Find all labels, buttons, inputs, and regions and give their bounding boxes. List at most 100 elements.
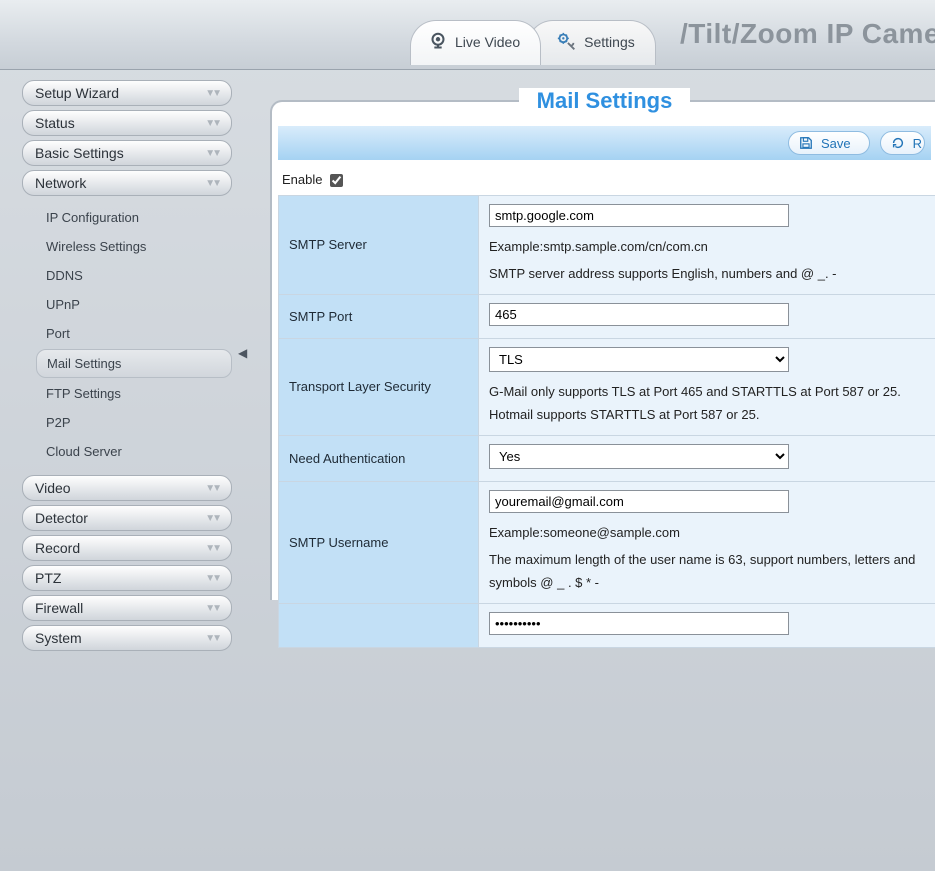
password-label [279,603,479,647]
sidebar-item-cloud-server[interactable]: Cloud Server [36,438,232,465]
enable-checkbox[interactable] [330,174,343,187]
auth-label: Need Authentication [279,435,479,481]
sidebar-item-label: Wireless Settings [46,239,146,254]
active-item-pointer-icon: ◀ [238,346,247,360]
tab-settings-label: Settings [584,34,635,50]
save-button-label: Save [821,136,851,151]
camera-icon [427,31,449,53]
tls-hint: G-Mail only supports TLS at Port 465 and… [489,380,932,427]
main-panel: Mail Settings Save R Enable SMTP Server [270,100,935,600]
smtp-server-label: SMTP Server [279,196,479,295]
top-header: Live Video Settings /Tilt/Zoom IP Came [0,0,935,70]
sidebar-item-upnp[interactable]: UPnP [36,291,232,318]
sidebar-section-ptz[interactable]: PTZ ▼▼ [22,565,232,591]
sidebar-section-label: Record [35,540,80,556]
chevron-down-icon: ▼▼ [205,178,219,189]
row-tls: Transport Layer Security TLS G-Mail only… [279,338,935,435]
refresh-button-label: R [913,136,922,151]
tls-cell: TLS G-Mail only supports TLS at Port 465… [479,338,935,435]
sidebar-section-label: Basic Settings [35,145,124,161]
smtp-server-hint1: Example:smtp.sample.com/cn/com.cn [489,235,932,258]
action-bar: Save R [278,126,931,160]
password-input[interactable] [489,612,789,635]
password-cell [479,603,935,647]
network-subitems: IP Configuration Wireless Settings DDNS … [22,200,232,475]
username-label: SMTP Username [279,481,479,603]
sidebar-section-status[interactable]: Status ▼▼ [22,110,232,136]
enable-label: Enable [282,172,322,187]
smtp-port-input[interactable] [489,303,789,326]
sidebar-section-video[interactable]: Video ▼▼ [22,475,232,501]
sidebar-section-system[interactable]: System ▼▼ [22,625,232,651]
tls-label: Transport Layer Security [279,338,479,435]
panel-title-wrap: Mail Settings [272,88,935,114]
smtp-server-hint2: SMTP server address supports English, nu… [489,262,932,285]
tab-settings[interactable]: Settings [527,20,656,65]
sidebar-section-setup-wizard[interactable]: Setup Wizard ▼▼ [22,80,232,106]
sidebar-section-label: PTZ [35,570,61,586]
smtp-port-label: SMTP Port [279,294,479,338]
sidebar-section-detector[interactable]: Detector ▼▼ [22,505,232,531]
row-password [279,603,935,647]
sidebar-section-label: Detector [35,510,88,526]
sidebar-item-label: Mail Settings [47,356,121,371]
row-smtp-server: SMTP Server Example:smtp.sample.com/cn/c… [279,196,935,295]
row-smtp-port: SMTP Port [279,294,935,338]
gear-wrench-icon [556,31,578,53]
smtp-server-cell: Example:smtp.sample.com/cn/com.cn SMTP s… [479,196,935,295]
username-cell: Example:someone@sample.com The maximum l… [479,481,935,603]
username-input[interactable] [489,490,789,513]
sidebar-item-ddns[interactable]: DDNS [36,262,232,289]
sidebar-item-label: IP Configuration [46,210,139,225]
smtp-server-input[interactable] [489,204,789,227]
refresh-icon [891,136,905,150]
chevron-down-icon: ▼▼ [205,603,219,614]
refresh-button[interactable]: R [880,131,925,155]
sidebar-item-label: UPnP [46,297,80,312]
save-icon [799,136,813,150]
sidebar-item-ip-configuration[interactable]: IP Configuration [36,204,232,231]
tls-select[interactable]: TLS [489,347,789,372]
sidebar-section-basic-settings[interactable]: Basic Settings ▼▼ [22,140,232,166]
username-hint1: Example:someone@sample.com [489,521,932,544]
sidebar-section-network[interactable]: Network ▼▼ [22,170,232,196]
row-username: SMTP Username Example:someone@sample.com… [279,481,935,603]
chevron-down-icon: ▼▼ [205,543,219,554]
sidebar-item-label: FTP Settings [46,386,121,401]
auth-select[interactable]: Yes [489,444,789,469]
smtp-port-cell [479,294,935,338]
sidebar-item-p2p[interactable]: P2P [36,409,232,436]
chevron-down-icon: ▼▼ [205,513,219,524]
chevron-down-icon: ▼▼ [205,148,219,159]
sidebar-item-label: Port [46,326,70,341]
sidebar-section-label: Status [35,115,75,131]
username-hint2: The maximum length of the user name is 6… [489,548,932,595]
sidebar-section-label: Setup Wizard [35,85,119,101]
sidebar: Setup Wizard ▼▼ Status ▼▼ Basic Settings… [22,80,232,655]
sidebar-item-label: Cloud Server [46,444,122,459]
save-button[interactable]: Save [788,131,870,155]
chevron-down-icon: ▼▼ [205,633,219,644]
row-auth: Need Authentication Yes [279,435,935,481]
chevron-down-icon: ▼▼ [205,483,219,494]
sidebar-item-label: DDNS [46,268,83,283]
enable-row: Enable [272,166,935,193]
sidebar-section-label: System [35,630,82,646]
auth-cell: Yes [479,435,935,481]
sidebar-section-label: Video [35,480,71,496]
sidebar-item-port[interactable]: Port [36,320,232,347]
sidebar-item-mail-settings[interactable]: Mail Settings [36,349,232,378]
header-tabs: Live Video Settings [410,10,642,65]
sidebar-section-record[interactable]: Record ▼▼ [22,535,232,561]
sidebar-item-ftp-settings[interactable]: FTP Settings [36,380,232,407]
sidebar-section-label: Firewall [35,600,83,616]
sidebar-item-wireless-settings[interactable]: Wireless Settings [36,233,232,260]
sidebar-section-firewall[interactable]: Firewall ▼▼ [22,595,232,621]
settings-form-table: SMTP Server Example:smtp.sample.com/cn/c… [278,195,935,648]
panel-title: Mail Settings [519,88,691,114]
chevron-down-icon: ▼▼ [205,88,219,99]
tab-live-video[interactable]: Live Video [410,20,541,65]
header-title: /Tilt/Zoom IP Came [680,18,935,50]
chevron-down-icon: ▼▼ [205,118,219,129]
sidebar-item-label: P2P [46,415,71,430]
